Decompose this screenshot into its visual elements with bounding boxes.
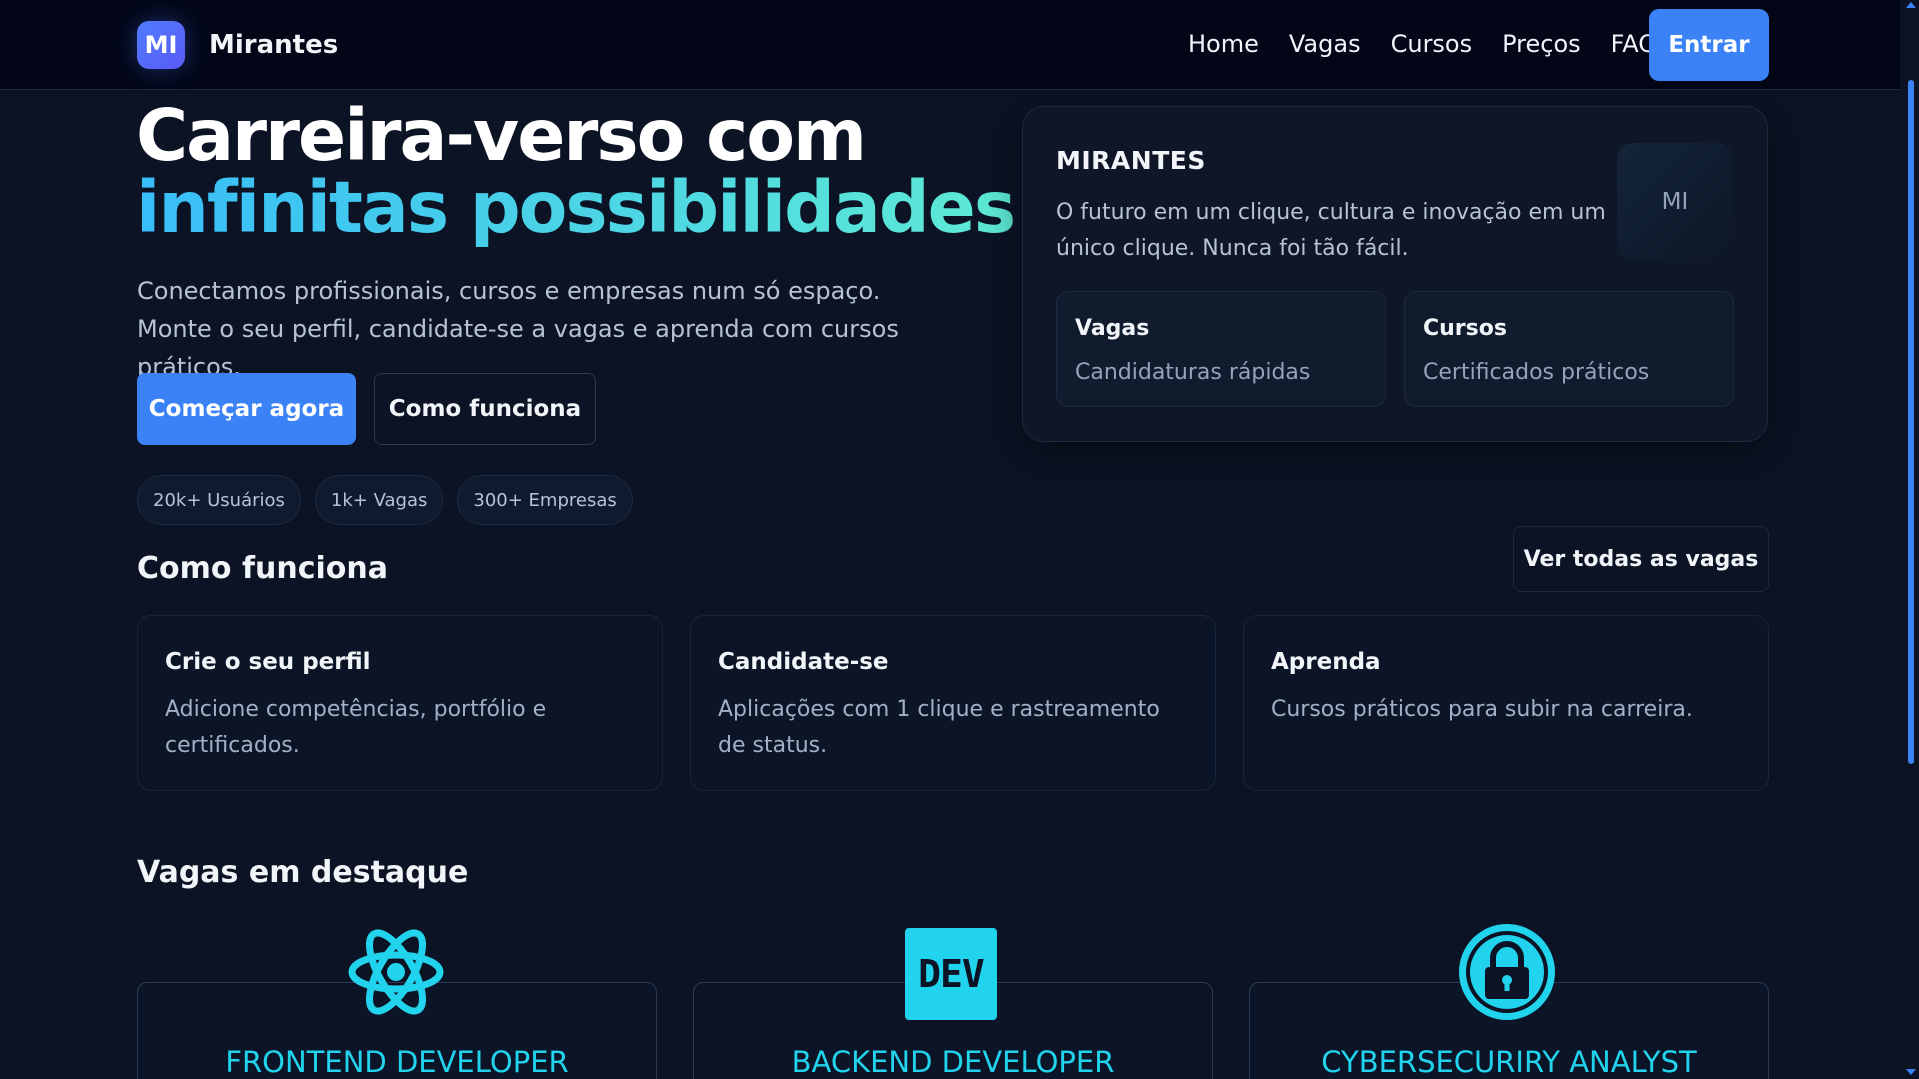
job-title: FRONTEND DEVELOPER — [225, 1045, 569, 1079]
step-card: Crie o seu perfil Adicione competências,… — [137, 615, 663, 791]
step-description: Aplicações com 1 clique e rastreamento d… — [718, 697, 1160, 758]
stat-badge-users: 20k+ Usuários — [137, 475, 301, 525]
login-button[interactable]: Entrar — [1649, 9, 1769, 81]
tile-subtitle: Certificados práticos — [1423, 360, 1650, 385]
brand-name: Mirantes — [209, 30, 339, 60]
nav-link-cursos[interactable]: Cursos — [1391, 30, 1473, 58]
step-description: Cursos práticos para subir na carreira. — [1271, 697, 1693, 722]
tile-cursos[interactable]: Cursos Certificados práticos — [1404, 291, 1734, 407]
featured-jobs-title: Vagas em destaque — [137, 855, 469, 890]
step-title: Crie o seu perfil — [165, 649, 371, 675]
stats-list: 20k+ Usuários 1k+ Vagas 300+ Empresas — [137, 475, 633, 525]
hero-subtitle: Conectamos profissionais, cursos e empre… — [137, 277, 899, 381]
dev-badge-text: DEV — [918, 952, 985, 996]
start-now-button[interactable]: Começar agora — [137, 373, 356, 445]
job-title: CYBERSECURIRY ANALYST — [1321, 1045, 1697, 1079]
hero-card-title: MIRANTES — [1056, 146, 1206, 175]
navbar: MI Mirantes Home Vagas Cursos Preços FAQ… — [0, 0, 1900, 90]
hero-title-line1: Carreira-verso com — [136, 94, 867, 177]
stat-badge-jobs: 1k+ Vagas — [314, 475, 444, 525]
step-card: Aprenda Cursos práticos para subir na ca… — [1243, 615, 1769, 791]
brand[interactable]: MI Mirantes — [137, 21, 338, 69]
step-description: Adicione competências, portfólio e certi… — [165, 697, 547, 758]
step-card: Candidate-se Aplicações com 1 clique e r… — [690, 615, 1216, 791]
step-title: Candidate-se — [718, 649, 889, 675]
how-it-works-title: Como funciona — [137, 551, 388, 586]
tile-subtitle: Candidaturas rápidas — [1075, 360, 1311, 385]
nav-links: Home Vagas Cursos Preços FAQ — [1188, 30, 1657, 58]
job-title: BACKEND DEVELOPER — [791, 1045, 1115, 1079]
tile-title: Cursos — [1423, 316, 1507, 341]
tile-vagas[interactable]: Vagas Candidaturas rápidas — [1056, 291, 1386, 407]
scroll-down-arrow-icon[interactable] — [1906, 1069, 1916, 1075]
hero-card-description: O futuro em um clique, cultura e inovaçã… — [1056, 200, 1606, 261]
scroll-up-arrow-icon[interactable] — [1906, 2, 1916, 8]
nav-link-precos[interactable]: Preços — [1502, 30, 1581, 58]
brand-logo: MI — [137, 21, 185, 69]
nav-link-vagas[interactable]: Vagas — [1289, 30, 1361, 58]
scrollbar-thumb[interactable] — [1908, 80, 1914, 764]
hero-title: Carreira-verso com infinitas possibilida… — [136, 100, 1016, 244]
nav-link-home[interactable]: Home — [1188, 30, 1259, 58]
view-all-jobs-button[interactable]: Ver todas as vagas — [1513, 526, 1769, 592]
padlock-icon — [1459, 924, 1555, 1020]
react-atom-icon — [348, 929, 444, 1015]
hero-card: MIRANTES O futuro em um clique, cultura … — [1022, 106, 1768, 442]
how-it-works-button[interactable]: Como funciona — [374, 373, 596, 445]
tile-title: Vagas — [1075, 316, 1150, 341]
dev-badge-icon: DEV — [905, 928, 997, 1020]
scrollbar[interactable] — [1900, 0, 1919, 1079]
step-title: Aprenda — [1271, 649, 1381, 675]
hero-title-line2: infinitas possibilidades — [136, 166, 1016, 249]
stat-badge-companies: 300+ Empresas — [457, 475, 633, 525]
avatar: MI — [1617, 143, 1733, 261]
